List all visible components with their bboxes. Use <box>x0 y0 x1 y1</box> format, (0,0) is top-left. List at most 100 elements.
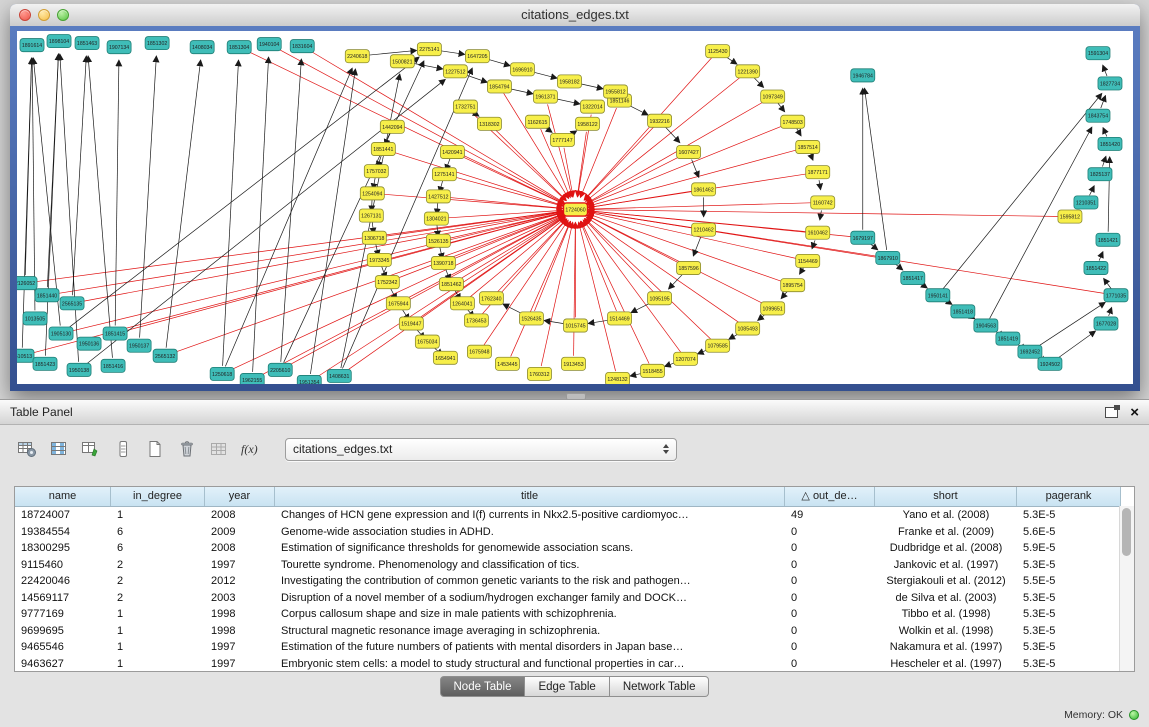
graph-node[interactable]: 1675034 <box>415 335 439 348</box>
graph-node[interactable]: 1777147 <box>550 133 574 146</box>
graph-node[interactable]: 1654941 <box>433 351 457 364</box>
function-builder-button[interactable]: f(x) <box>237 437 264 462</box>
zoom-window-button[interactable] <box>57 9 69 21</box>
graph-node[interactable]: 1675944 <box>386 297 410 310</box>
graph-node[interactable]: 1097349 <box>761 90 785 103</box>
graph-node[interactable]: 1958122 <box>576 117 600 130</box>
graph-node[interactable]: 1675948 <box>467 345 491 358</box>
graph-node[interactable]: 1442094 <box>380 120 404 133</box>
graph-node[interactable]: 1013505 <box>23 312 47 325</box>
graph-node[interactable]: 1857514 <box>796 140 820 153</box>
column-header-name[interactable]: name <box>15 487 111 506</box>
graph-node[interactable]: 1924502 <box>1038 357 1062 370</box>
graph-node[interactable]: 1851462 <box>439 278 463 291</box>
graph-node[interactable]: 1760312 <box>527 367 551 380</box>
graph-node[interactable]: 1607427 <box>677 145 701 158</box>
graph-node[interactable]: 1514469 <box>608 312 632 325</box>
graph-node[interactable]: 2275141 <box>417 43 441 56</box>
graph-node[interactable]: 1125430 <box>706 45 730 58</box>
graph-node[interactable]: 1210351 <box>1074 196 1098 209</box>
graph-node[interactable]: 1857596 <box>677 261 701 274</box>
graph-node[interactable]: 2565132 <box>153 349 177 362</box>
graph-node[interactable]: 1851420 <box>1098 137 1122 150</box>
graph-node[interactable]: 1950141 <box>926 289 950 302</box>
column-header-year[interactable]: year <box>205 487 275 506</box>
graph-node[interactable]: 1221390 <box>736 65 760 78</box>
graph-node[interactable]: 1518455 <box>641 364 665 377</box>
graph-node[interactable]: 1427512 <box>426 190 450 203</box>
graph-node[interactable]: 1322014 <box>581 100 605 113</box>
graph-node[interactable]: 1851440 <box>35 289 59 302</box>
graph-node[interactable]: 1877171 <box>806 166 830 179</box>
graph-node[interactable]: 1851304 <box>227 41 251 54</box>
table-row[interactable]: 1830029562008Estimation of significance … <box>15 540 1134 557</box>
graph-node[interactable]: 1679197 <box>851 231 875 244</box>
graph-node[interactable]: 1154469 <box>796 254 820 267</box>
graph-node[interactable]: 1408034 <box>190 41 214 54</box>
edit-columns-button[interactable] <box>77 437 104 462</box>
graph-node[interactable]: 1951354 <box>297 375 321 384</box>
table-row[interactable]: 911546021997Tourette syndrome. Phenomeno… <box>15 557 1134 574</box>
graph-node[interactable]: 1907134 <box>107 41 131 54</box>
graph-node[interactable]: 1905130 <box>49 327 73 340</box>
table-row[interactable]: 1872400712008Changes of HCN gene express… <box>15 507 1134 524</box>
table-row[interactable]: 2242004622012Investigating the contribut… <box>15 573 1134 590</box>
table-vertical-scrollbar[interactable] <box>1119 506 1134 671</box>
graph-node[interactable]: 1519447 <box>399 317 423 330</box>
graph-node[interactable]: 2205610 <box>268 363 292 376</box>
graph-node[interactable]: 1973345 <box>367 253 391 266</box>
graph-node[interactable]: 1267131 <box>359 209 383 222</box>
graph-node[interactable]: 1946784 <box>851 69 875 82</box>
graph-node[interactable]: 1390718 <box>431 256 455 269</box>
graph-node[interactable]: 1264041 <box>450 297 474 310</box>
show-columns-button[interactable] <box>45 437 72 462</box>
graph-node[interactable]: 1851463 <box>75 37 99 50</box>
graph-node[interactable]: 1085493 <box>736 322 760 335</box>
graph-node[interactable]: 1250618 <box>210 367 234 380</box>
graph-node[interactable]: 1851416 <box>101 359 125 372</box>
graph-node[interactable]: 1898104 <box>47 35 71 48</box>
column-header-short[interactable]: short <box>875 487 1017 506</box>
graph-node[interactable]: 1851302 <box>145 37 169 50</box>
graph-node[interactable]: 2565135 <box>60 297 84 310</box>
graph-node[interactable]: 1732751 <box>453 100 477 113</box>
graph-node[interactable]: 1771035 <box>1104 289 1128 302</box>
table-row[interactable]: 977716911998Corpus callosum shape and si… <box>15 606 1134 623</box>
graph-node[interactable]: 1275141 <box>432 168 456 181</box>
import-table-button[interactable] <box>205 437 232 462</box>
graph-node[interactable]: 1851441 <box>371 142 395 155</box>
new-table-button[interactable] <box>141 437 168 462</box>
tab-edge-table[interactable]: Edge Table <box>525 676 609 697</box>
column-header-pagerank[interactable]: pagerank <box>1017 487 1121 506</box>
graph-node[interactable]: 1932216 <box>648 114 672 127</box>
table-settings-button[interactable] <box>13 437 40 462</box>
graph-node[interactable]: 1867910 <box>876 251 900 264</box>
close-panel-icon[interactable]: × <box>1130 405 1139 420</box>
graph-node[interactable]: 1851422 <box>1084 261 1108 274</box>
graph-node[interactable]: 1254094 <box>360 187 384 200</box>
graph-node[interactable]: 1762340 <box>479 292 503 305</box>
graph-node[interactable]: 1500821 <box>390 55 414 68</box>
graph-node[interactable]: 1827734 <box>1098 77 1122 90</box>
graph-node[interactable]: 1962155 <box>240 373 264 384</box>
graph-node[interactable]: 1207074 <box>674 352 698 365</box>
graph-node[interactable]: 1304021 <box>424 212 448 225</box>
column-header-in-degree[interactable]: in_degree <box>111 487 205 506</box>
graph-node[interactable]: 1591304 <box>1086 47 1110 60</box>
graph-node[interactable]: 1227512 <box>443 65 467 78</box>
graph-node[interactable]: 1099651 <box>761 302 785 315</box>
graph-node[interactable]: 1647205 <box>465 50 489 63</box>
graph-node[interactable]: 1831604 <box>290 40 314 53</box>
graph-node[interactable]: 1526435 <box>519 312 543 325</box>
graph-node[interactable]: 1825137 <box>1088 168 1112 181</box>
graph-node[interactable]: 1610462 <box>806 226 830 239</box>
graph-node[interactable]: 1306718 <box>362 231 386 244</box>
float-panel-icon[interactable] <box>1105 407 1118 418</box>
graph-node[interactable]: 1692452 <box>1018 345 1042 358</box>
graph-node[interactable]: 1696910 <box>510 63 534 76</box>
graph-node[interactable]: 1851421 <box>1096 233 1120 246</box>
graph-node[interactable]: 1160742 <box>811 196 835 209</box>
graph-node[interactable]: 1955812 <box>604 85 628 98</box>
minimize-window-button[interactable] <box>38 9 50 21</box>
table-row[interactable]: 1938455462009Genome-wide association stu… <box>15 524 1134 541</box>
